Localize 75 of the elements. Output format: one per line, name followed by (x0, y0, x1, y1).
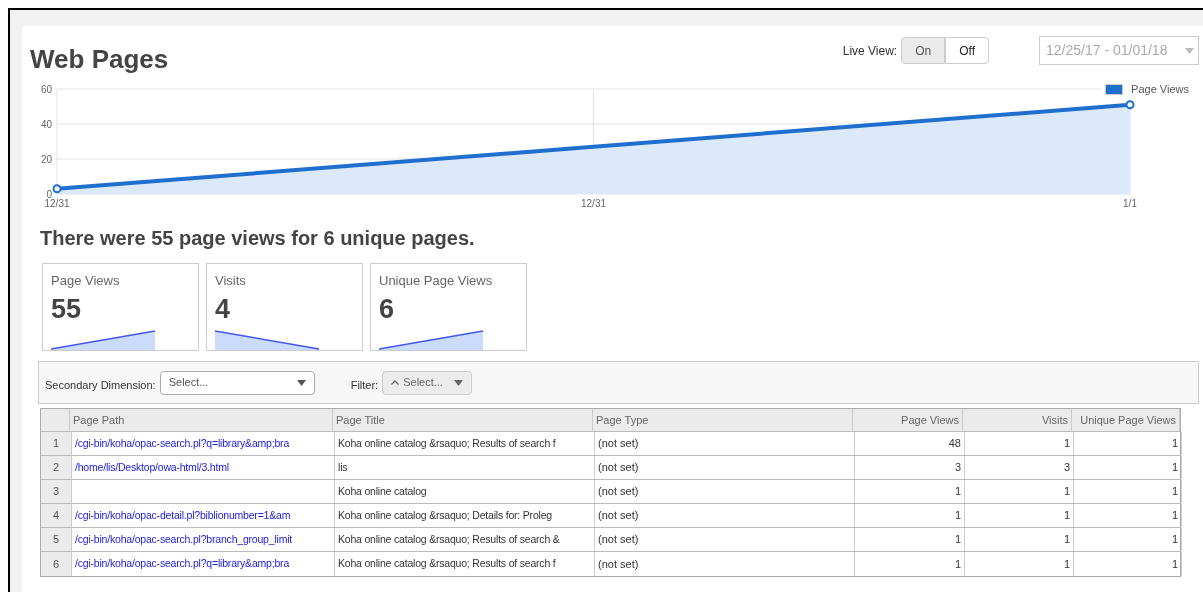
row-number: 6 (41, 552, 72, 576)
y-tick-label: 40 (40, 119, 52, 130)
filter-label: Filter: (350, 378, 379, 394)
table-cell-text: (not set) (598, 532, 639, 548)
row-number: 1 (41, 432, 72, 455)
page-path-link[interactable]: /cgi-bin/koha/opac-search.pl?branch_group_limit (75, 531, 293, 548)
table-cell-text: 3 (954, 460, 961, 476)
legend-swatch-icon (1105, 83, 1124, 95)
table-cell-text: (not set) (598, 484, 639, 500)
table-cell-text: 1 (954, 484, 961, 500)
toggle-option[interactable]: On (901, 37, 946, 64)
table-cell-text: (not set) (598, 556, 639, 572)
page-path-link[interactable]: /cgi-bin/koha/opac-search.pl?q=library&amp;bra (75, 435, 290, 452)
table-cell-text: 1 (1063, 508, 1070, 524)
table-cell-text: (not set) (598, 508, 639, 524)
table-cell-text: 1 (1063, 436, 1070, 452)
summary-text: There were 55 page views for 6 unique pages. (40, 226, 476, 251)
table-cell-text: 1 (1171, 484, 1178, 500)
toggle-option[interactable]: Off (945, 37, 989, 64)
column-header[interactable]: Page Title (333, 409, 593, 431)
table-cell-text: 1 (1063, 484, 1070, 500)
secondary-dimension-label: Secondary Dimension: (45, 378, 156, 394)
row-number: 5 (41, 528, 72, 551)
table-cell-text: 1 (1063, 532, 1070, 548)
table-cell-text: Koha online catalog &rsaquo; Details for: Proleg (338, 507, 552, 523)
metric-value: 55 (51, 292, 83, 326)
metric-label: Visits (215, 272, 247, 290)
metric-label: Page Views (51, 272, 121, 290)
row-number: 3 (41, 480, 72, 503)
table-cell-text: 1 (954, 508, 961, 524)
table-cell-text: 1 (954, 532, 961, 548)
table-cell: Koha online catalog &rsaquo; Results of search f (338, 556, 556, 572)
table-cell-text: 1 (1171, 556, 1178, 572)
legend-label: Page Views (1131, 82, 1189, 97)
table-cell-text: 1 (1063, 556, 1070, 572)
table-cell-text: 1 (954, 556, 961, 572)
x-tick-label: 12/31 (44, 198, 70, 209)
y-tick-label: 20 (40, 154, 52, 165)
column-header[interactable]: Unique Page Views (1072, 409, 1180, 431)
y-tick-label: 60 (40, 84, 52, 95)
column-header[interactable]: Page Type (593, 409, 853, 431)
caret-icon (1185, 47, 1194, 54)
table-cell-text: 1 (1171, 436, 1178, 452)
secondary-dimension-select[interactable]: Select... (159, 370, 315, 395)
filter-select[interactable]: Select... (382, 370, 473, 395)
table-cell-text: 1 (1171, 508, 1178, 524)
x-tick-label: 1/1 (1123, 198, 1137, 209)
column-header[interactable]: Visits (963, 409, 1072, 431)
x-tick-label: 12/31 (581, 198, 606, 209)
table-cell-text: Koha online catalog &rsaquo; Results of search & (338, 531, 560, 547)
column-header[interactable]: Page Views (853, 409, 963, 431)
metric-value: 4 (215, 292, 232, 326)
column-header[interactable]: Page Path (70, 409, 333, 431)
page-path-link[interactable]: /cgi-bin/koha/opac-search.pl?q=library&amp;bra (75, 556, 290, 572)
row-number: 4 (41, 504, 72, 527)
table-cell-text: 3 (1063, 460, 1070, 476)
page-title: Web Pages (30, 43, 169, 76)
live-view-label: Live View: (842, 42, 898, 60)
y-tick-label: 0 (46, 189, 52, 200)
metric-value: 6 (379, 292, 396, 326)
table-cell-text: 48 (948, 436, 961, 452)
row-number: 2 (41, 456, 72, 479)
table-cell-text: 1 (1171, 532, 1178, 548)
table-cell-text: Koha online catalog &rsaquo; Results of search f (338, 435, 556, 451)
table-cell-text: (not set) (598, 436, 639, 452)
page-path-link[interactable]: /home/lis/Desktop/owa-html/3.html (75, 459, 229, 476)
page-path-link[interactable]: /cgi-bin/koha/opac-detail.pl?biblionumber=1&am (75, 507, 291, 524)
table-cell-text: 1 (1171, 460, 1178, 476)
table-cell-text: lis (338, 459, 348, 475)
caret-icon (296, 379, 306, 386)
table-cell-text: (not set) (598, 460, 639, 476)
chevron-up-icon (391, 380, 400, 385)
caret-icon (454, 379, 464, 386)
table-cell-text: Koha online catalog (338, 483, 427, 499)
metric-label: Unique Page Views (379, 272, 494, 290)
